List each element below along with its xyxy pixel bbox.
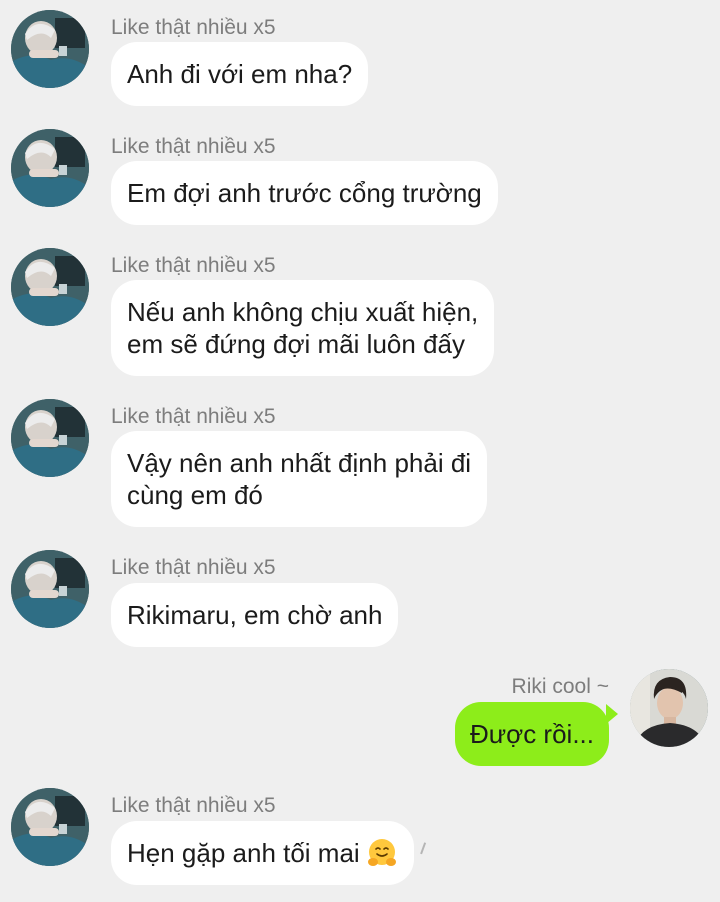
message-bubble[interactable]: Hẹn gặp anh tối mai — [111, 821, 414, 885]
message-bubble[interactable]: Rikimaru, em chờ anh — [111, 583, 399, 647]
self-avatar[interactable] — [630, 669, 708, 747]
avatar-photo-icon — [630, 669, 708, 747]
message-text: Được rồi... — [469, 719, 594, 749]
message-bubble[interactable]: Vậy nên anh nhất định phải đi cùng em đó — [111, 431, 488, 527]
sender-name: Like thật nhiều x5 — [111, 254, 276, 277]
message-text: Em đợi anh trước cổng trường — [127, 178, 482, 208]
message-bubble[interactable]: Nếu anh không chịu xuất hiện, em sẽ đứng… — [111, 280, 495, 376]
contact-avatar[interactable] — [11, 788, 89, 866]
contact-avatar[interactable] — [11, 10, 89, 88]
message-text-line: em sẽ đứng đợi mãi luôn đấy — [127, 329, 465, 359]
message-text: Anh đi với em nha? — [127, 59, 353, 89]
sender-name: Like thật nhiều x5 — [111, 16, 276, 39]
message-text: Hẹn gặp anh tối mai — [127, 838, 360, 868]
avatar-photo-icon — [11, 788, 89, 866]
contact-avatar[interactable] — [11, 550, 89, 628]
avatar-photo-icon — [11, 399, 89, 477]
stray-mark — [420, 842, 430, 856]
contact-avatar[interactable] — [11, 399, 89, 477]
sender-name: Like thật nhiều x5 — [111, 135, 276, 158]
contact-avatar[interactable] — [11, 129, 89, 207]
message-text-line: Vậy nên anh nhất định phải đi — [127, 448, 472, 478]
message-bubble[interactable]: Em đợi anh trước cổng trường — [111, 161, 498, 225]
bubble-tail — [606, 704, 618, 724]
message-bubble[interactable]: Được rồi... — [454, 702, 609, 766]
sender-name: Like thật nhiều x5 — [111, 556, 276, 579]
sender-name: Like thật nhiều x5 — [111, 794, 276, 817]
message-bubble[interactable]: Anh đi với em nha? — [111, 42, 369, 106]
message-text-line: cùng em đó — [127, 480, 263, 510]
hugging-face-emoji-icon — [367, 839, 396, 866]
avatar-photo-icon — [11, 248, 89, 326]
message-text: Rikimaru, em chờ anh — [127, 600, 383, 630]
message-text-line: Nếu anh không chịu xuất hiện, — [127, 297, 479, 327]
sender-name: Riki cool ~ — [511, 675, 609, 698]
avatar-photo-icon — [11, 550, 89, 628]
sender-name: Like thật nhiều x5 — [111, 405, 276, 428]
contact-avatar[interactable] — [11, 248, 89, 326]
avatar-photo-icon — [11, 129, 89, 207]
avatar-photo-icon — [11, 10, 89, 88]
